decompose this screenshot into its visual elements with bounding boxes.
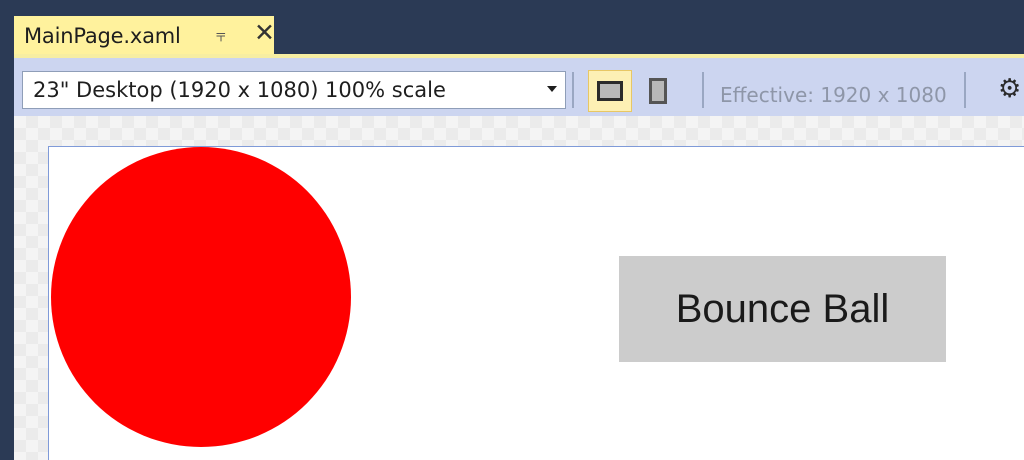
pin-icon[interactable]: ⫧	[216, 26, 226, 46]
device-preview-value: 23" Desktop (1920 x 1080) 100% scale	[33, 78, 446, 102]
portrait-orientation-button[interactable]	[636, 70, 680, 112]
red-ball-ellipse[interactable]	[51, 147, 351, 447]
document-tab-mainpage[interactable]: MainPage.xaml ⫧ ✕	[14, 16, 275, 56]
gear-icon[interactable]: ⚙	[998, 76, 1021, 102]
toolbar-separator	[964, 72, 966, 108]
landscape-icon	[597, 81, 623, 101]
toolbar-separator	[702, 72, 704, 108]
window-frame-edge	[0, 54, 14, 460]
chevron-down-icon[interactable]	[547, 86, 557, 92]
bounce-ball-button[interactable]: Bounce Ball	[619, 256, 946, 362]
document-tab-strip: MainPage.xaml ⫧ ✕	[0, 0, 1024, 56]
close-icon[interactable]: ✕	[254, 20, 275, 45]
bounce-ball-button-label: Bounce Ball	[675, 286, 890, 331]
toolbar-separator	[572, 72, 574, 108]
landscape-orientation-button[interactable]	[588, 70, 632, 112]
effective-resolution-label: Effective: 1920 x 1080	[720, 83, 947, 107]
document-tab-label: MainPage.xaml	[24, 24, 181, 48]
device-preview-select[interactable]: 23" Desktop (1920 x 1080) 100% scale	[22, 71, 566, 109]
portrait-icon	[649, 78, 667, 104]
designer-toolbar: 23" Desktop (1920 x 1080) 100% scale Eff…	[14, 54, 1024, 116]
